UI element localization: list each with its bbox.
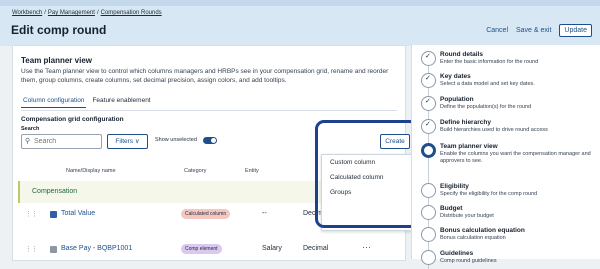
check-icon: ✓: [425, 53, 431, 60]
step-title: Guidelines: [440, 250, 474, 257]
step-circle-icon: [421, 250, 436, 265]
step-title: Budget: [440, 205, 463, 212]
breadcrumb-pay-management[interactable]: Pay Management: [48, 10, 95, 16]
save-exit-button[interactable]: Save & exit: [516, 27, 551, 34]
checkbox[interactable]: [50, 246, 57, 253]
step-title: Team planner view: [440, 143, 498, 150]
team-planner-panel: Team planner view Use the Team planner v…: [12, 45, 419, 261]
step-description: Define the population(s) for the round: [440, 104, 532, 110]
column-header-category[interactable]: Category: [184, 168, 206, 174]
step-description: Specify the eligibility for the comp rou…: [440, 191, 538, 197]
show-unselected-label: Show unselected: [155, 137, 197, 143]
row-name: Total Value: [61, 210, 96, 217]
step-title: Define hierarchy: [440, 119, 491, 126]
step-circle-icon: [421, 143, 436, 158]
row-entity: Salary: [262, 245, 282, 252]
tab-column-configuration[interactable]: Column configuration: [21, 97, 87, 108]
header-actions: Cancel Save & exit Update: [486, 24, 592, 37]
step-description: Select a data model and set key dates.: [440, 81, 535, 87]
check-icon: ✓: [425, 98, 431, 105]
step-description: Bonus calculation equation: [440, 235, 506, 241]
step-circle-icon: ✓: [421, 96, 436, 111]
category-badge: Comp element: [181, 244, 222, 254]
update-button[interactable]: Update: [559, 24, 592, 37]
grid-config-title: Compensation grid configuration: [21, 116, 124, 123]
step-circle-icon: [421, 205, 436, 220]
step-description: Distribute your budget: [440, 213, 494, 219]
step-circle-icon: ✓: [421, 51, 436, 66]
chevron-down-icon: ∨: [134, 138, 140, 145]
step-title: Population: [440, 96, 474, 103]
header-bar: Workbench / Pay Management / Compensation Ro…: [0, 0, 600, 46]
breadcrumb-workbench[interactable]: Workbench: [12, 10, 42, 16]
breadcrumb-compensation-rounds[interactable]: Compensation Rounds: [101, 10, 162, 16]
cancel-button[interactable]: Cancel: [486, 27, 508, 34]
toggle-knob: [211, 138, 216, 143]
steps-sidebar: ✓ Round details Enter the basic informatio…: [411, 45, 600, 269]
step-title: Round details: [440, 51, 483, 58]
search-input[interactable]: [34, 136, 98, 146]
checkbox[interactable]: [50, 211, 57, 218]
drag-handle-icon[interactable]: ⋮⋮: [25, 210, 38, 218]
top-strip: [0, 0, 600, 6]
tab-divider: [21, 110, 397, 111]
search-field[interactable]: ⚲: [21, 134, 102, 149]
tabs: Column configuration Feature enablement: [21, 97, 153, 108]
step-description: Enable the columns you want the compensa…: [440, 151, 591, 164]
category-badge: Calculated column: [181, 209, 231, 219]
row-name: Base Pay - BQBP1001: [61, 245, 133, 252]
table-row[interactable]: ⋮⋮ Base Pay - BQBP1001 Comp element Sala…: [25, 242, 386, 257]
filters-label: Filters: [115, 138, 134, 145]
column-header-name[interactable]: Name/Display name: [66, 168, 116, 174]
drag-handle-icon[interactable]: ⋮⋮: [25, 245, 38, 253]
panel-title: Team planner view: [21, 56, 92, 65]
step-title: Eligibility: [440, 183, 469, 190]
row-type: Decimal: [303, 245, 329, 252]
step-description: Build hierarchies used to drive round ac…: [440, 127, 548, 133]
tab-feature-enablement[interactable]: Feature enablement: [90, 97, 152, 108]
panel-description: Use the Team planner view to control whi…: [21, 68, 389, 84]
check-icon: ✓: [425, 121, 431, 128]
row-entity: --: [262, 210, 267, 217]
step-circle-icon: ✓: [421, 119, 436, 134]
search-label: Search: [21, 126, 40, 132]
column-header-entity[interactable]: Entity: [245, 168, 259, 174]
step-description: Enter the basic information for the roun…: [440, 59, 539, 65]
filters-button[interactable]: Filters ∨: [107, 134, 148, 149]
show-unselected-toggle[interactable]: [203, 137, 217, 144]
page-title: Edit comp round: [11, 23, 107, 37]
step-title: Bonus calculation equation: [440, 227, 525, 234]
highlight-annotation-box: [315, 120, 419, 228]
breadcrumb: Workbench / Pay Management / Compensation Ro…: [12, 10, 162, 16]
check-icon: ✓: [425, 75, 431, 82]
step-circle-icon: ✓: [421, 73, 436, 88]
step-circle-icon: [421, 183, 436, 198]
step-circle-icon: [421, 227, 436, 242]
step-title: Key dates: [440, 73, 471, 80]
more-icon[interactable]: ···: [362, 242, 371, 252]
search-icon: ⚲: [25, 138, 31, 145]
section-label: Compensation: [32, 188, 78, 195]
